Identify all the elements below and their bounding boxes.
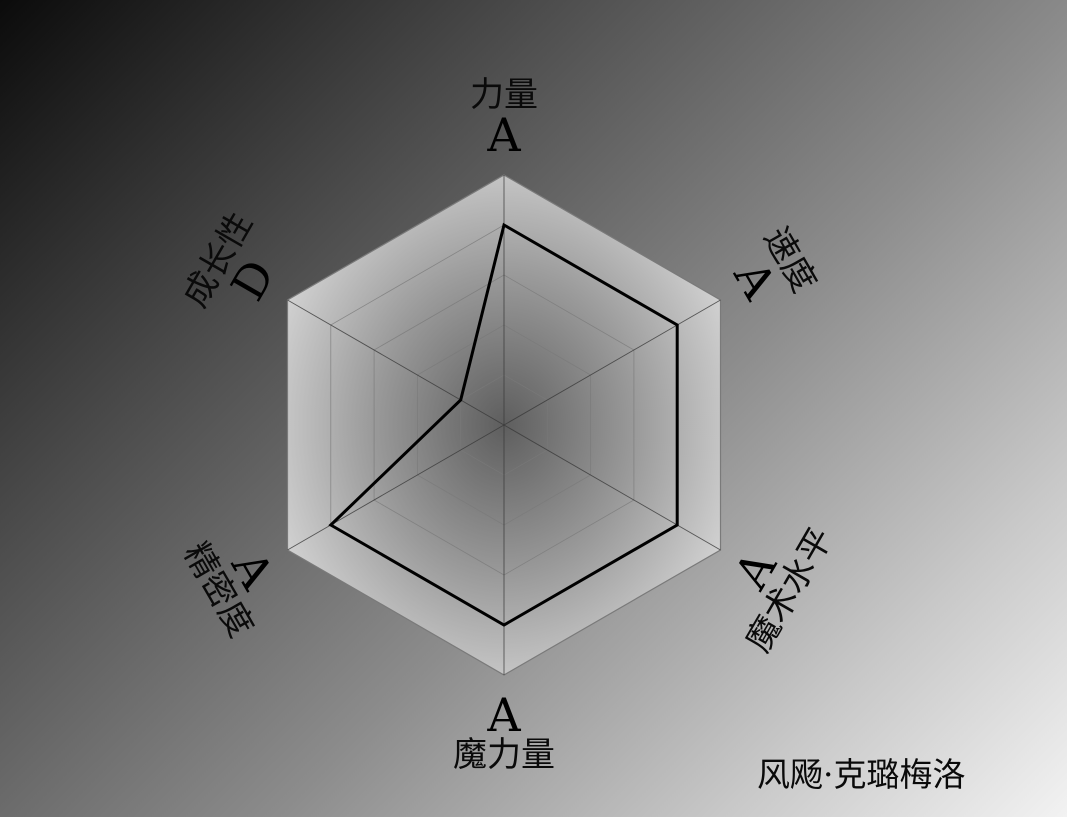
- radar-axis-label: 魔力量: [453, 735, 555, 775]
- radar-chart-stage: A 力量 A 速度 A 魔术水平 A 魔力量 A 精密度 D 成长性 风飏·克璐梅洛: [0, 0, 1067, 817]
- character-name: 风飏·克璐梅洛: [757, 755, 966, 794]
- radar-grade-label: A: [486, 108, 521, 162]
- radar-axis-label: 魔术水平: [738, 521, 841, 659]
- radar-grade-label: A: [486, 688, 521, 742]
- radar-axis-label: 力量: [470, 75, 538, 115]
- radar-chart: A力量A速度A魔术水平A魔力量A精密度D成长性: [175, 75, 841, 775]
